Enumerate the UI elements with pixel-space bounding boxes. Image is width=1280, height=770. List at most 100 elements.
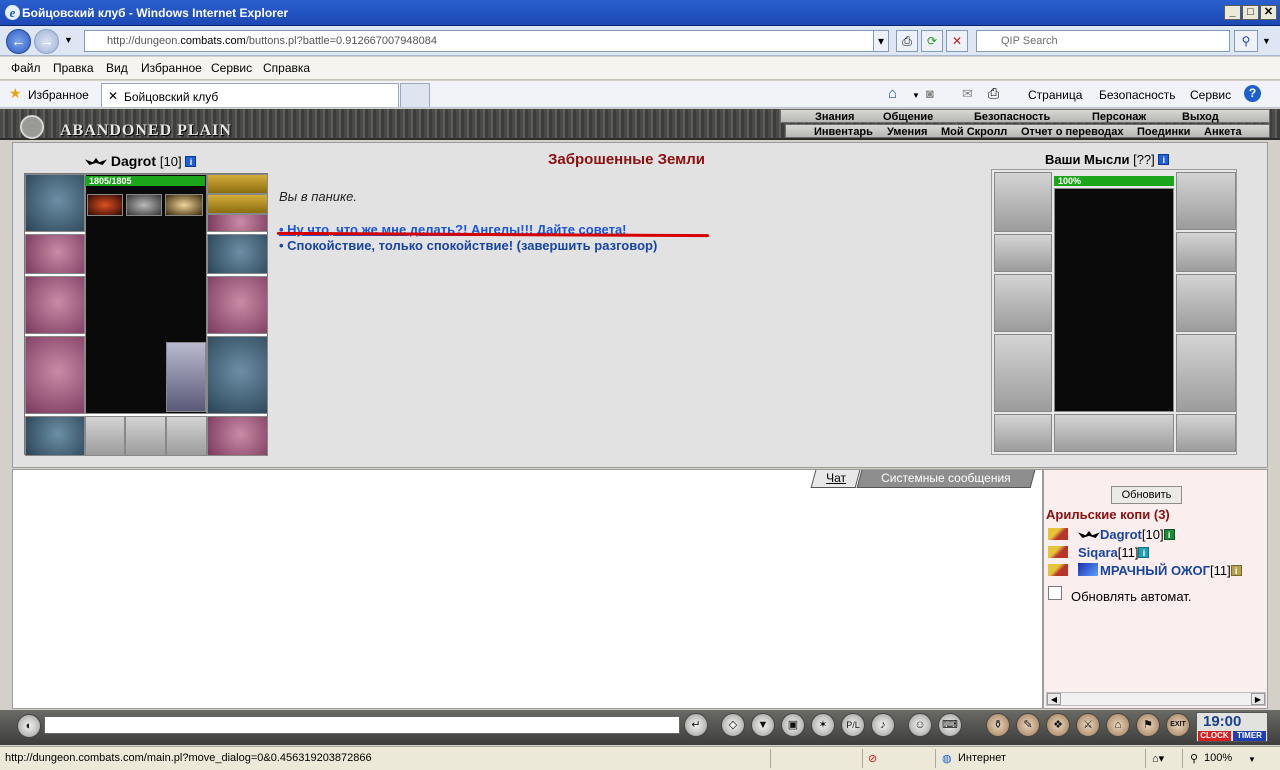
nav-inventory[interactable]: Инвентарь	[814, 126, 873, 138]
browser-tab[interactable]: ✕ Бойцовский клуб	[101, 83, 399, 107]
nav-skills[interactable]: Умения	[887, 126, 927, 138]
nav-security[interactable]: Безопасность	[974, 111, 1050, 123]
url-field[interactable]: http://dungeon.combats.com/buttons.pl?ba…	[84, 30, 874, 52]
nav-exit[interactable]: Выход	[1182, 111, 1219, 123]
mind-weapon-slot[interactable]	[994, 274, 1052, 332]
player-name[interactable]: МРАЧНЫЙ ОЖОГ	[1100, 563, 1210, 578]
search-input[interactable]: QIP Search	[976, 30, 1230, 52]
close-button[interactable]: ✕	[1260, 5, 1277, 20]
map-icon[interactable]: ❖	[1046, 713, 1070, 737]
chat-options-icon[interactable]: ◐	[17, 714, 41, 738]
compat-icon[interactable]: ⎙	[896, 30, 918, 52]
pocket-slot[interactable]	[166, 416, 207, 456]
back-icon[interactable]: ←	[6, 29, 31, 54]
info-icon[interactable]: i	[185, 156, 197, 167]
home-dropdown-icon[interactable]: ▼	[912, 91, 920, 100]
eraser-icon[interactable]: ◇	[721, 713, 745, 737]
security-icon[interactable]: ⌂▾	[1152, 752, 1164, 765]
flag-icon[interactable]: ⚑	[1136, 713, 1160, 737]
mind-jewelry-slot[interactable]	[1176, 172, 1236, 230]
tab-system-messages[interactable]: Системные сообщения	[856, 470, 1036, 488]
nav-duels[interactable]: Поединки	[1137, 126, 1190, 138]
pet-slot[interactable]	[166, 342, 206, 412]
mind-gloves-slot[interactable]	[1176, 232, 1236, 272]
pants-slot[interactable]	[207, 336, 268, 414]
boots-slot[interactable]	[207, 416, 268, 456]
print-icon[interactable]: ⎙	[988, 85, 999, 102]
smile-icon[interactable]: ☺	[908, 713, 932, 737]
list-item[interactable]: Dagrot[10] i	[1048, 527, 1175, 542]
menu-tools[interactable]: Сервис	[211, 61, 252, 75]
private-message-icon[interactable]	[1048, 564, 1068, 576]
refresh-button[interactable]: Обновить	[1111, 486, 1182, 504]
mind-avatar[interactable]	[1054, 188, 1174, 412]
mind-belt-slot[interactable]	[994, 414, 1052, 452]
game-clock[interactable]: 19:00 CLOCK TIMER	[1196, 712, 1268, 742]
effect-icon[interactable]	[87, 194, 123, 216]
url-dropdown-icon[interactable]: ▾	[873, 30, 889, 52]
refresh-icon[interactable]: ⟳	[921, 30, 943, 52]
rings-slot[interactable]	[207, 214, 268, 232]
private-message-icon[interactable]	[1048, 546, 1068, 558]
list-item[interactable]: Siqara[11] i	[1048, 545, 1150, 560]
inventory-bag-icon[interactable]: ⚱	[986, 713, 1010, 737]
info-icon[interactable]: i	[1163, 529, 1175, 540]
belt-slot[interactable]	[25, 416, 85, 456]
mind-pants-slot[interactable]	[1176, 334, 1236, 412]
action-icon[interactable]: ✶	[811, 713, 835, 737]
search-options-icon[interactable]: ▼	[1262, 36, 1271, 46]
info-icon[interactable]: i	[1138, 547, 1150, 558]
nav-communication[interactable]: Общение	[883, 111, 933, 123]
bracers-slot[interactable]	[25, 234, 85, 274]
filter-icon[interactable]: ▼	[751, 713, 775, 737]
safety-menu[interactable]: Безопасность	[1099, 88, 1176, 102]
horizontal-scrollbar[interactable]: ◀ ▶	[1046, 692, 1266, 706]
rss-icon[interactable]: ◙	[926, 86, 934, 101]
chat-area[interactable]: Чат Системные сообщения	[12, 469, 1043, 709]
exit-icon[interactable]: EXIT	[1166, 713, 1190, 737]
effect-icon[interactable]	[126, 194, 162, 216]
nav-my-scroll[interactable]: Мой Скролл	[941, 126, 1007, 138]
private-log-icon[interactable]: P/L	[841, 713, 865, 737]
mind-pockets-slot[interactable]	[1054, 414, 1174, 452]
dialog-option-end-conversation[interactable]: • Спокойствие, только спокойствие! (заве…	[279, 238, 657, 253]
maximize-button[interactable]: □	[1242, 5, 1259, 20]
help-icon[interactable]: ?	[1244, 85, 1261, 102]
list-item[interactable]: МРАЧНЫЙ ОЖОГ[11] i	[1048, 563, 1242, 578]
menu-help[interactable]: Справка	[263, 61, 310, 75]
page-menu[interactable]: Страница	[1028, 88, 1082, 102]
weapon-slot[interactable]	[25, 276, 85, 334]
player-name[interactable]: Siqara	[1078, 545, 1118, 560]
menu-file[interactable]: Файл	[11, 61, 41, 75]
mail-icon[interactable]: ✉	[962, 86, 973, 102]
mind-boots-slot[interactable]	[1176, 414, 1236, 452]
helmet-slot[interactable]	[25, 174, 85, 232]
sound-icon[interactable]: ♪	[871, 713, 895, 737]
mind-armor-slot[interactable]	[994, 334, 1052, 412]
auto-refresh-checkbox[interactable]	[1048, 586, 1062, 600]
history-dropdown-icon[interactable]: ▼	[64, 35, 73, 45]
new-tab-button[interactable]	[400, 83, 430, 107]
minimize-button[interactable]: _	[1224, 5, 1241, 20]
player-name[interactable]: Dagrot	[1100, 527, 1142, 542]
amulet-slot[interactable]	[207, 194, 268, 214]
character-name[interactable]: Dagrot [10] i	[85, 153, 197, 169]
private-message-icon[interactable]	[1048, 528, 1068, 540]
pocket-slot[interactable]	[125, 416, 166, 456]
chat-input[interactable]	[44, 716, 680, 734]
mind-helmet-slot[interactable]	[994, 172, 1052, 232]
tools-menu[interactable]: Сервис	[1190, 88, 1231, 102]
info-icon[interactable]: i	[1230, 565, 1242, 576]
tab-chat[interactable]: Чат	[810, 470, 861, 488]
forward-icon[interactable]: →	[34, 29, 59, 54]
zoom-level[interactable]: 100%	[1204, 752, 1232, 764]
zoom-dropdown-icon[interactable]: ▼	[1248, 755, 1256, 764]
save-icon[interactable]: ▣	[781, 713, 805, 737]
stop-icon[interactable]: ✕	[946, 30, 968, 52]
translit-icon[interactable]: ⌨	[938, 713, 962, 737]
nav-transfer-report[interactable]: Отчет о переводах	[1021, 126, 1124, 138]
nav-profile[interactable]: Анкета	[1204, 126, 1242, 138]
scroll-left-icon[interactable]: ◀	[1047, 693, 1061, 705]
home-icon[interactable]: ⌂	[888, 85, 897, 102]
offhand-slot[interactable]	[207, 276, 268, 334]
